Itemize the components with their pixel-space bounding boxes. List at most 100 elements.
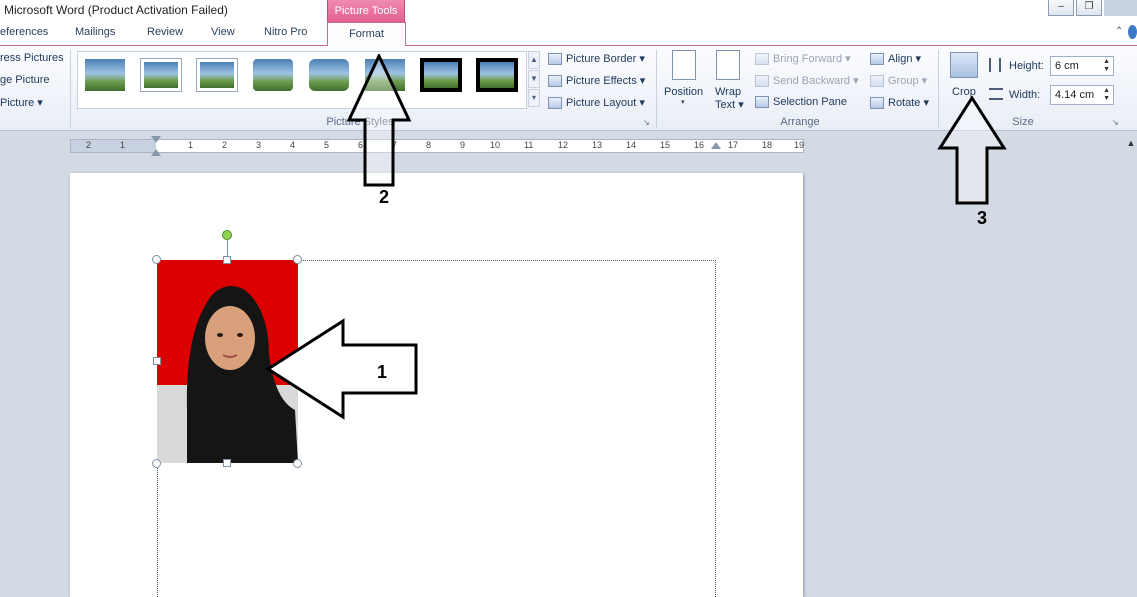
selection-pane-label: Selection Pane	[773, 96, 847, 108]
rotate-button[interactable]: Rotate ▾	[870, 96, 929, 110]
ruler-number: 19	[794, 140, 805, 150]
picture-tools-header: Picture Tools	[327, 0, 405, 22]
resize-handle-bottom-left[interactable]	[152, 459, 161, 468]
picture-effects-button[interactable]: Picture Effects ▾	[548, 74, 645, 88]
picture-border-label: Picture Border	[566, 53, 637, 65]
group-icon	[870, 75, 884, 88]
tab-nitro-pro[interactable]: Nitro Pro	[264, 26, 307, 38]
picture-style-thumb[interactable]	[85, 59, 125, 91]
height-input[interactable]: 6 cm ▲ ▼	[1050, 56, 1114, 76]
width-label: Width:	[1009, 89, 1041, 101]
ruler-number: 14	[626, 140, 637, 150]
resize-handle-top[interactable]	[223, 256, 231, 264]
gallery-more-icon[interactable]: ▾	[528, 89, 540, 107]
annotation-arrow-2	[346, 54, 412, 187]
picture-style-thumb[interactable]	[197, 59, 237, 91]
resize-handle-bottom[interactable]	[223, 459, 231, 467]
resize-handle-bottom-right[interactable]	[293, 459, 302, 468]
arrange-group-label: Arrange	[780, 116, 820, 128]
bring-forward-button[interactable]: Bring Forward ▾	[755, 52, 851, 66]
picture-effects-icon	[548, 75, 562, 88]
group-button[interactable]: Group ▾	[870, 74, 927, 88]
ruler-number: 3	[256, 140, 262, 150]
send-backward-label: Send Backward	[773, 75, 851, 87]
picture-border-button[interactable]: Picture Border ▾	[548, 52, 645, 66]
crop-icon[interactable]	[950, 52, 978, 78]
wrap-text-button[interactable]: Text ▾	[715, 98, 744, 111]
position-button[interactable]: Position	[664, 86, 703, 98]
help-icon[interactable]	[1128, 25, 1137, 39]
width-spin-icon[interactable]: ▲ ▼	[1103, 87, 1110, 103]
width-input[interactable]: 4.14 cm ▲ ▼	[1050, 85, 1114, 105]
gallery-scroll-down-icon[interactable]: ▼	[528, 70, 540, 88]
rotation-handle[interactable]	[222, 230, 232, 240]
ruler-number: 18	[762, 140, 773, 150]
resize-handle-left[interactable]	[153, 357, 161, 365]
ruler-number: 2	[222, 140, 228, 150]
close-button[interactable]	[1104, 0, 1137, 16]
tab-format[interactable]: Format	[327, 22, 406, 46]
width-value: 4.14 cm	[1055, 89, 1095, 101]
wrap-text-line2: Text	[715, 99, 736, 111]
send-backward-button[interactable]: Send Backward ▾	[755, 74, 859, 88]
ruler-number: 4	[290, 140, 296, 150]
ruler-number: 17	[728, 140, 739, 150]
height-icon	[989, 58, 1001, 72]
height-label: Height:	[1009, 60, 1044, 72]
compress-pictures-button[interactable]: ress Pictures	[0, 52, 64, 64]
gallery-scroll-up-icon[interactable]: ▲	[528, 51, 540, 69]
picture-style-thumb[interactable]	[309, 59, 349, 91]
picture-style-thumb[interactable]	[253, 59, 293, 91]
tab-view[interactable]: View	[211, 26, 235, 38]
reset-picture-button[interactable]: Picture ▾	[0, 96, 43, 109]
wrap-text-line1[interactable]: Wrap	[715, 86, 741, 98]
group-separator	[656, 50, 657, 128]
selection-pane-button[interactable]: Selection Pane	[755, 96, 847, 109]
bring-forward-icon	[755, 53, 769, 66]
annotation-arrow-1	[265, 318, 418, 420]
scroll-up-icon[interactable]: ▲	[1125, 138, 1137, 152]
right-indent-marker[interactable]	[711, 142, 721, 149]
dialog-launcher-icon[interactable]: ↘	[643, 118, 650, 127]
left-indent-marker[interactable]	[151, 149, 161, 156]
align-label: Align	[888, 53, 913, 65]
picture-style-thumb-selected[interactable]	[421, 59, 461, 91]
height-spin-icon[interactable]: ▲ ▼	[1103, 58, 1110, 74]
position-dropdown-icon[interactable]: ▾	[681, 98, 685, 106]
ruler-number: 8	[426, 140, 432, 150]
restore-button[interactable]: ❐	[1076, 0, 1102, 16]
tab-mailings[interactable]: Mailings	[75, 26, 115, 38]
height-value: 6 cm	[1055, 60, 1079, 72]
tab-references[interactable]: eferences	[0, 26, 48, 38]
ruler-number: 15	[660, 140, 671, 150]
ruler-number: 1	[120, 140, 126, 150]
align-button[interactable]: Align ▾	[870, 52, 921, 66]
position-icon[interactable]	[672, 50, 696, 80]
annotation-arrow-3	[937, 96, 1007, 205]
picture-style-thumb[interactable]	[141, 59, 181, 91]
ruler-number: 12	[558, 140, 569, 150]
ruler-number: 13	[592, 140, 603, 150]
first-line-indent-marker[interactable]	[151, 136, 161, 143]
minimize-ribbon-icon[interactable]: ⌃	[1115, 26, 1123, 37]
ruler-margin-left	[71, 140, 156, 152]
size-dialog-launcher-icon[interactable]: ↘	[1112, 118, 1119, 127]
ruler-number: 2	[86, 140, 92, 150]
group-label: Group	[888, 75, 919, 87]
resize-handle-top-left[interactable]	[152, 255, 161, 264]
picture-style-thumb[interactable]	[477, 59, 517, 91]
ruler-number: 16	[694, 140, 705, 150]
tab-review[interactable]: Review	[147, 26, 183, 38]
picture-layout-button[interactable]: Picture Layout ▾	[548, 96, 645, 110]
wrap-text-icon[interactable]	[716, 50, 740, 80]
bring-forward-label: Bring Forward	[773, 53, 843, 65]
ruler-number: 9	[460, 140, 466, 150]
minimize-button[interactable]: –	[1048, 0, 1074, 16]
picture-layout-icon	[548, 97, 562, 110]
ruler-number: 10	[490, 140, 501, 150]
picture-border-icon	[548, 53, 562, 66]
picture-effects-label: Picture Effects	[566, 75, 637, 87]
rotate-icon	[870, 97, 884, 110]
resize-handle-top-right[interactable]	[293, 255, 302, 264]
change-picture-button[interactable]: ge Picture	[0, 74, 50, 86]
